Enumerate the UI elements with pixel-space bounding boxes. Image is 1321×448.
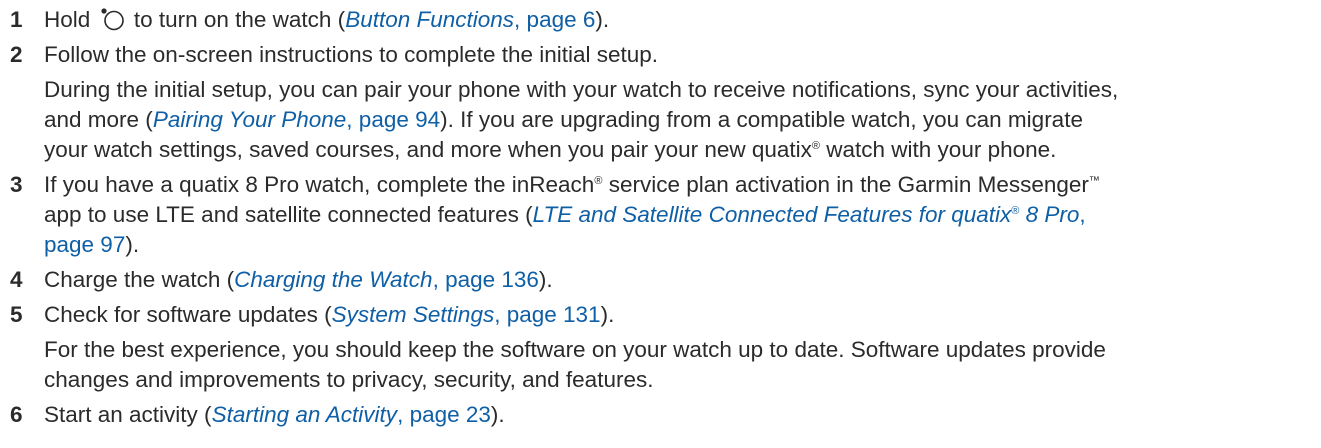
step-3: 3 If you have a quatix 8 Pro watch, comp… xyxy=(0,170,1321,260)
trademark-mark: ™ xyxy=(1088,175,1100,187)
watch-button-icon xyxy=(100,8,124,31)
link-lte-satellite-features[interactable]: LTE and Satellite Connected Features for… xyxy=(533,202,1086,227)
step-5: 5 Check for software updates (System Set… xyxy=(0,300,1321,330)
step-2: 2 Follow the on-screen instructions to c… xyxy=(0,40,1321,70)
link-charging-the-watch[interactable]: Charging the Watch, page 136 xyxy=(234,267,539,292)
setup-steps: 1 Hold to turn on the watch (Button Func… xyxy=(0,0,1321,430)
step-5-note: For the best experience, you should keep… xyxy=(44,337,1106,392)
link-pairing-your-phone[interactable]: Pairing Your Phone, page 94 xyxy=(153,107,440,132)
link-system-settings[interactable]: System Settings, page 131 xyxy=(332,302,601,327)
step-4: 4 Charge the watch (Charging the Watch, … xyxy=(0,265,1321,295)
step-2-note: During the initial setup, you can pair y… xyxy=(44,77,1119,162)
link-lte-satellite-page[interactable]: page 97 xyxy=(44,232,125,257)
link-starting-an-activity[interactable]: Starting an Activity, page 23 xyxy=(212,402,491,427)
step-number: 6 xyxy=(10,402,23,427)
step-number: 4 xyxy=(10,267,23,292)
step-number: 2 xyxy=(10,42,23,67)
step-1: 1 Hold to turn on the watch (Button Func… xyxy=(0,5,1321,35)
registered-mark: ® xyxy=(811,140,821,152)
link-button-functions[interactable]: Button Functions, page 6 xyxy=(345,7,595,32)
step-number: 3 xyxy=(10,172,23,197)
step-number: 1 xyxy=(10,7,23,32)
step-number: 5 xyxy=(10,302,23,327)
step-6: 6 Start an activity (Starting an Activit… xyxy=(0,400,1321,430)
